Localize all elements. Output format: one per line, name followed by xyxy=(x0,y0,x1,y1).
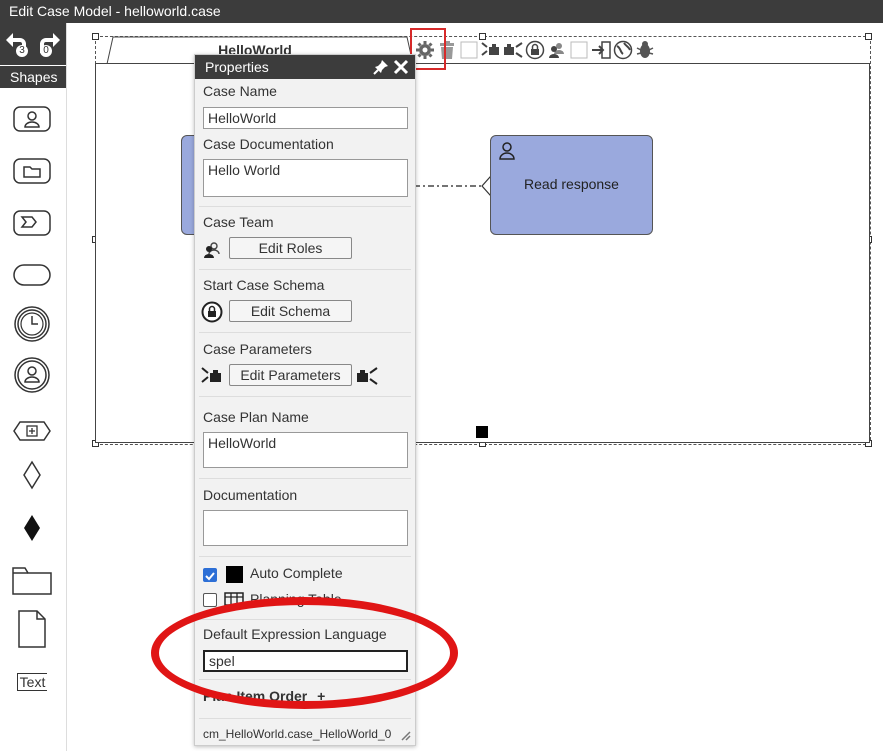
edit-parameters-button[interactable]: Edit Parameters xyxy=(229,364,352,386)
undo-redo-bar: 3 0 xyxy=(0,23,66,65)
pin-icon[interactable] xyxy=(373,59,389,75)
case-name-label: Case Name xyxy=(203,83,277,99)
edit-schema-button[interactable]: Edit Schema xyxy=(229,300,352,322)
annotation-ellipse xyxy=(151,597,458,709)
case-parameters-label: Case Parameters xyxy=(203,341,312,357)
shapes-header: Shapes xyxy=(0,66,66,88)
edit-roles-button[interactable]: Edit Roles xyxy=(229,237,352,259)
redo-count: 0 xyxy=(40,45,52,57)
process-task-icon[interactable] xyxy=(10,204,54,242)
team-roles-icon[interactable] xyxy=(547,40,567,60)
human-task-read-response[interactable]: Read response xyxy=(490,135,653,235)
close-icon[interactable] xyxy=(393,59,409,75)
import-icon[interactable] xyxy=(591,40,611,60)
timer-event-icon[interactable] xyxy=(10,305,54,343)
deploy-globe-icon[interactable] xyxy=(613,40,633,60)
element-toolbar xyxy=(415,36,655,64)
properties-title: Properties xyxy=(205,59,269,75)
team-roles-icon xyxy=(204,242,220,258)
auto-complete-icon xyxy=(226,566,243,583)
auto-complete-label: Auto Complete xyxy=(250,565,343,581)
case-file-item-icon[interactable] xyxy=(10,560,54,598)
start-case-schema-label: Start Case Schema xyxy=(203,277,325,293)
lock-schema-icon xyxy=(201,301,223,323)
divider xyxy=(199,478,411,479)
shape-toolbox: 3 0 Shapes Text xyxy=(0,23,67,751)
resize-handle[interactable] xyxy=(92,33,99,40)
case-plan-name-textarea[interactable]: HelloWorld xyxy=(203,432,408,468)
text-tool-label: Text xyxy=(16,673,48,691)
input-parameters-icon[interactable] xyxy=(481,40,501,60)
exit-criterion-icon[interactable] xyxy=(10,509,54,547)
plan-fragment-icon[interactable] xyxy=(10,412,54,450)
properties-header: Properties xyxy=(195,55,415,79)
divider xyxy=(199,206,411,207)
divider xyxy=(199,718,411,719)
text-annotation-icon[interactable]: Text xyxy=(10,663,54,701)
undo-count: 3 xyxy=(16,45,28,57)
blank-square-icon[interactable] xyxy=(459,40,479,60)
documentation-textarea[interactable] xyxy=(203,510,408,546)
documentation-label: Documentation xyxy=(203,487,298,503)
output-parameters-icon xyxy=(357,367,378,385)
task-label: Read response xyxy=(524,176,619,192)
auto-complete-checkbox[interactable] xyxy=(203,568,217,582)
human-task-icon xyxy=(499,142,515,160)
element-id: cm_HelloWorld.case_HelloWorld_0 xyxy=(203,727,392,741)
case-team-label: Case Team xyxy=(203,214,274,230)
document-icon[interactable] xyxy=(10,610,54,648)
divider xyxy=(199,269,411,270)
user-event-icon[interactable] xyxy=(10,356,54,394)
window-title: Edit Case Model - helloworld.case xyxy=(0,0,883,23)
case-plan-name-label: Case Plan Name xyxy=(203,409,309,425)
planning-table-checkbox[interactable] xyxy=(203,593,217,607)
case-documentation-textarea[interactable]: Hello World xyxy=(203,159,408,197)
resize-grip-icon[interactable] xyxy=(401,731,411,741)
entry-criterion-icon[interactable] xyxy=(10,456,54,494)
case-name-input[interactable] xyxy=(203,107,408,129)
stage-milestone-icon[interactable] xyxy=(10,256,54,294)
divider xyxy=(199,556,411,557)
divider xyxy=(199,396,411,397)
lock-schema-icon[interactable] xyxy=(525,40,545,60)
divider xyxy=(199,332,411,333)
case-task-icon[interactable] xyxy=(10,152,54,190)
drag-handle[interactable] xyxy=(476,426,488,438)
resize-handle[interactable] xyxy=(865,33,872,40)
human-task-icon[interactable] xyxy=(10,100,54,138)
blank-square-icon-2[interactable] xyxy=(569,40,589,60)
debug-bug-icon[interactable] xyxy=(635,40,655,60)
case-documentation-label: Case Documentation xyxy=(203,136,334,152)
output-parameters-icon[interactable] xyxy=(503,40,523,60)
input-parameters-icon xyxy=(201,367,221,383)
